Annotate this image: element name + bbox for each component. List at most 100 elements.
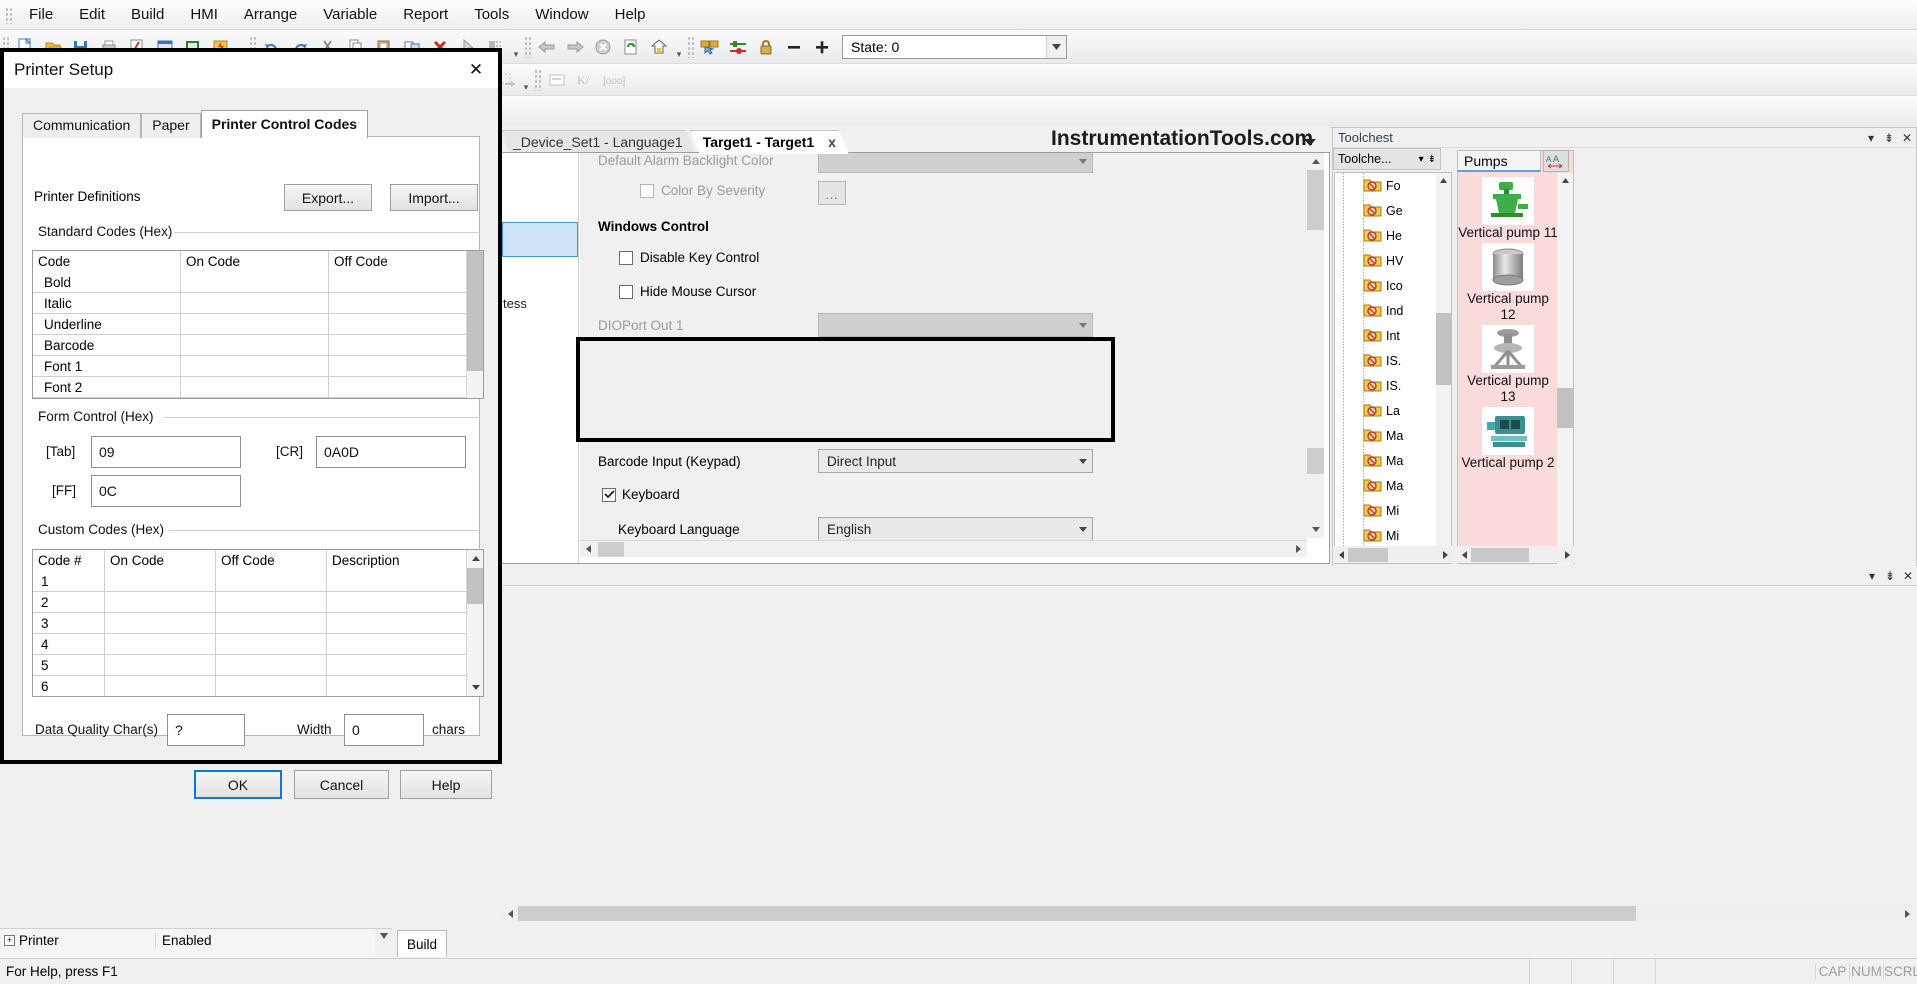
checkbox-box[interactable]: [640, 183, 654, 198]
chevron-down-icon[interactable]: [1303, 135, 1317, 150]
cell-code-number[interactable]: 4: [33, 634, 105, 655]
state-combo[interactable]: State: 0: [842, 34, 1067, 59]
tree-item[interactable]: Mi: [1335, 498, 1451, 523]
cell-code-number[interactable]: 3: [33, 613, 105, 634]
toolchest-subtab[interactable]: Toolche... ▾ ⇟: [1333, 148, 1441, 170]
custom-codes-scrollbar[interactable]: [466, 550, 483, 696]
input-cr-code[interactable]: 0A0D: [316, 436, 466, 468]
export-button[interactable]: Export...: [284, 184, 372, 211]
cell-off-code[interactable]: [216, 571, 327, 592]
menu-tools[interactable]: Tools: [461, 2, 522, 27]
table-row[interactable]: 3: [33, 613, 483, 634]
checkbox-box[interactable]: [602, 487, 616, 502]
table-row[interactable]: Italic: [33, 293, 483, 314]
scroll-up-icon[interactable]: [467, 550, 483, 567]
scroll-left-icon[interactable]: [502, 909, 518, 918]
chevron-down-icon[interactable]: ▾: [1863, 569, 1881, 583]
slider-icon[interactable]: [725, 34, 751, 60]
cell-description[interactable]: [327, 634, 468, 655]
chevron-down-icon[interactable]: [1046, 35, 1066, 58]
tree-item[interactable]: IS.: [1335, 348, 1451, 373]
cell-off-code[interactable]: [329, 272, 468, 293]
scroll-thumb[interactable]: [1307, 170, 1324, 230]
table-row[interactable]: 2: [33, 592, 483, 613]
tree-item[interactable]: Int: [1335, 323, 1451, 348]
prop-combo-dioport-out-1[interactable]: [818, 313, 1093, 337]
scroll-thumb[interactable]: [1348, 547, 1388, 562]
scroll-up-icon[interactable]: [1436, 173, 1451, 187]
formula-icon[interactable]: K/: [572, 67, 598, 93]
cell-code[interactable]: Barcode: [33, 335, 181, 356]
property-grid-scrollbar[interactable]: [375, 929, 392, 959]
toolbar-overflow-icon-2[interactable]: ▾: [510, 34, 522, 60]
scroll-thumb[interactable]: [518, 906, 1636, 921]
pin-icon[interactable]: ⇟: [1881, 569, 1899, 583]
import-button[interactable]: Import...: [390, 184, 478, 211]
cell-on-code[interactable]: [181, 377, 329, 398]
cell-on-code[interactable]: [181, 272, 329, 293]
cell-on-code[interactable]: [105, 613, 216, 634]
close-icon[interactable]: ✕: [454, 55, 498, 85]
help-button[interactable]: Help: [400, 770, 492, 799]
prop-checkbox-keyboard[interactable]: Keyboard: [602, 487, 680, 502]
custom-codes-table[interactable]: Code # On Code Off Code Description 1 2 3 4 5 6: [32, 549, 484, 697]
scroll-thumb[interactable]: [598, 541, 624, 557]
output-horizontal-scrollbar[interactable]: [502, 905, 1915, 922]
toolbar-overflow-icon-3[interactable]: ▾: [673, 34, 685, 60]
tree-item[interactable]: Ma: [1335, 423, 1451, 448]
prop-checkbox-hide-mouse-cursor[interactable]: Hide Mouse Cursor: [619, 284, 756, 299]
scroll-thumb-lower[interactable]: [1307, 448, 1324, 474]
table-row[interactable]: 4: [33, 634, 483, 655]
cancel-button[interactable]: Cancel: [294, 770, 389, 799]
scroll-thumb[interactable]: [1471, 547, 1529, 562]
data-quality-input[interactable]: ?: [167, 714, 245, 746]
scroll-left-icon[interactable]: [580, 541, 597, 558]
table-row[interactable]: 5: [33, 655, 483, 676]
chevron-down-icon[interactable]: ▾: [1419, 154, 1424, 165]
cell-off-code[interactable]: [216, 676, 327, 696]
chevron-down-icon[interactable]: [1074, 458, 1092, 464]
cell-on-code[interactable]: [105, 655, 216, 676]
scroll-right-icon[interactable]: [1899, 909, 1915, 918]
cell-code[interactable]: Italic: [33, 293, 181, 314]
state-select-icon[interactable]: [697, 34, 723, 60]
scroll-right-icon[interactable]: [1560, 550, 1574, 559]
prop-combo-default-alarm-backlight-color[interactable]: [818, 153, 1093, 173]
scroll-right-icon[interactable]: [1290, 541, 1307, 558]
cell-code[interactable]: Bold: [33, 272, 181, 293]
toolbar-overflow-icon-4[interactable]: ▾: [520, 67, 532, 93]
tree-item[interactable]: Fo: [1335, 173, 1451, 198]
doc-tab-device-set1[interactable]: _Device_Set1 - Language1: [500, 130, 696, 154]
menu-file[interactable]: File: [16, 2, 66, 27]
selected-property-row[interactable]: [502, 222, 578, 257]
cell-on-code[interactable]: [181, 335, 329, 356]
menu-hmi[interactable]: HMI: [177, 2, 231, 27]
expand-icon[interactable]: +: [4, 934, 15, 946]
table-row[interactable]: Underline: [33, 314, 483, 335]
cell-off-code[interactable]: [216, 592, 327, 613]
property-grid-value[interactable]: Enabled: [155, 932, 392, 948]
tree-horizontal-scrollbar[interactable]: [1334, 546, 1452, 563]
tree-item[interactable]: Ma: [1335, 473, 1451, 498]
scroll-thumb[interactable]: [1557, 388, 1573, 428]
close-icon[interactable]: ✕: [1898, 131, 1916, 145]
cell-off-code[interactable]: [329, 335, 468, 356]
pumps-horizontal-scrollbar[interactable]: [1457, 546, 1574, 563]
cell-on-code[interactable]: [105, 592, 216, 613]
menu-variable[interactable]: Variable: [310, 2, 390, 27]
tree-item[interactable]: La: [1335, 398, 1451, 423]
cell-description[interactable]: [327, 592, 468, 613]
tab-paper[interactable]: Paper: [141, 113, 201, 138]
output-pane[interactable]: [500, 586, 1917, 930]
table-row[interactable]: Font 1: [33, 356, 483, 377]
pin-icon[interactable]: ⇟: [1428, 154, 1436, 165]
doc-tab-target1[interactable]: Target1 - Target1 x: [690, 130, 849, 154]
cell-code[interactable]: Underline: [33, 314, 181, 335]
table-row[interactable]: Barcode: [33, 335, 483, 356]
scroll-thumb[interactable]: [467, 568, 483, 604]
tab-build[interactable]: Build: [397, 930, 447, 957]
stop-icon[interactable]: [590, 34, 616, 60]
chevron-down-icon[interactable]: [1074, 322, 1092, 328]
scroll-left-icon[interactable]: [1457, 550, 1471, 559]
property-grid-row-printer[interactable]: + Printer Enabled: [0, 929, 392, 951]
